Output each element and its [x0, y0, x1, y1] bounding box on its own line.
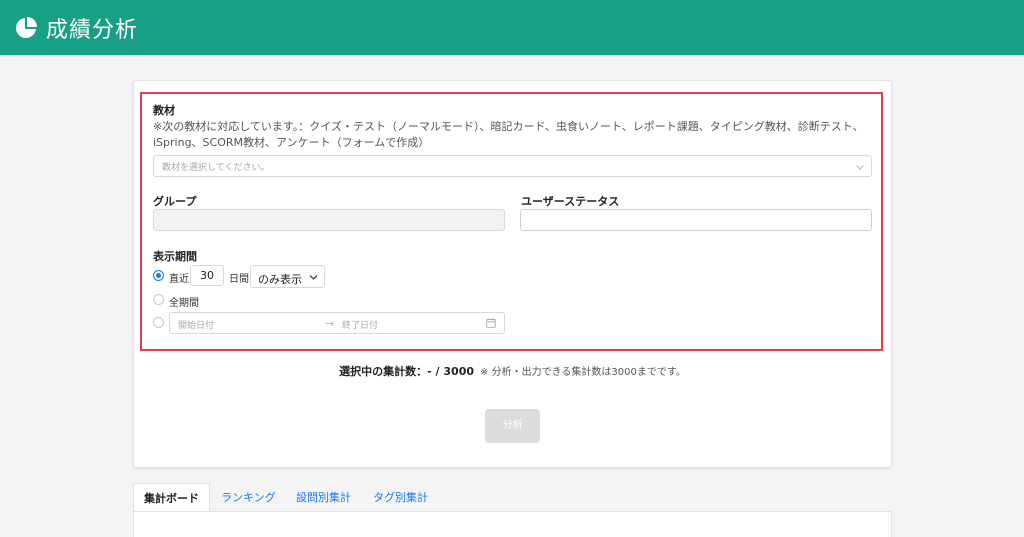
material-label: 教材	[153, 104, 175, 117]
radio-all-period[interactable]	[153, 294, 164, 305]
end-date-placeholder: 終了日付	[342, 321, 379, 331]
analyze-button[interactable]: 分析	[485, 409, 540, 443]
recent-days-input[interactable]: 30	[190, 265, 224, 286]
page-title: 成績分析	[46, 17, 139, 43]
tab-question-summary[interactable]: 設問別集計	[296, 483, 351, 512]
date-range-picker[interactable]: 開始日付 → 終了日付	[169, 312, 505, 334]
material-select[interactable]: 教材を選択してください。	[153, 155, 872, 177]
app-header: 成績分析	[0, 0, 1024, 55]
chevron-down-icon	[856, 165, 864, 170]
arrow-right-icon: →	[325, 317, 335, 330]
material-select-placeholder: 教材を選択してください。	[162, 163, 270, 173]
pie-chart-icon	[16, 16, 37, 38]
user-status-label: ユーザーステータス	[521, 195, 620, 208]
count-note: ※ 分析・出力できる集計数は3000までです。	[480, 367, 686, 378]
days-unit-label: 日間	[229, 274, 249, 285]
tab-summary-board[interactable]: 集計ボード	[133, 483, 210, 512]
user-status-select[interactable]	[520, 209, 872, 231]
selected-count-bar: 選択中の集計数：- / 3000 ※ 分析・出力できる集計数は3000までです。	[153, 355, 872, 387]
material-note-line1: ※次の教材に対応しています。：クイズ・テスト（ノーマルモード）、暗記カード、虫食…	[153, 120, 864, 133]
chevron-down-icon	[309, 275, 318, 280]
recent-label: 直近	[169, 274, 189, 285]
all-period-label: 全期間	[169, 298, 199, 309]
group-select[interactable]	[153, 209, 505, 231]
tab-panel	[133, 511, 892, 537]
start-date-placeholder: 開始日付	[178, 321, 215, 331]
tab-ranking[interactable]: ランキング	[221, 483, 276, 512]
tab-bar: 集計ボード ランキング 設問別集計 タグ別集計	[133, 483, 892, 512]
calendar-icon	[486, 318, 496, 328]
header-divider	[0, 55, 1024, 57]
tab-tag-summary[interactable]: タグ別集計	[373, 483, 428, 512]
group-label: グループ	[153, 195, 197, 208]
period-mode-dropdown[interactable]: のみ表示	[250, 265, 325, 288]
radio-recent[interactable]	[153, 270, 164, 281]
material-note-line2: iSpring、SCORM教材、アンケート（フォームで作成）	[153, 136, 430, 149]
period-label: 表示期間	[153, 250, 197, 263]
period-mode-value: のみ表示	[258, 273, 302, 286]
selected-count: 選択中の集計数：- / 3000	[339, 365, 475, 378]
radio-date-range[interactable]	[153, 317, 164, 328]
